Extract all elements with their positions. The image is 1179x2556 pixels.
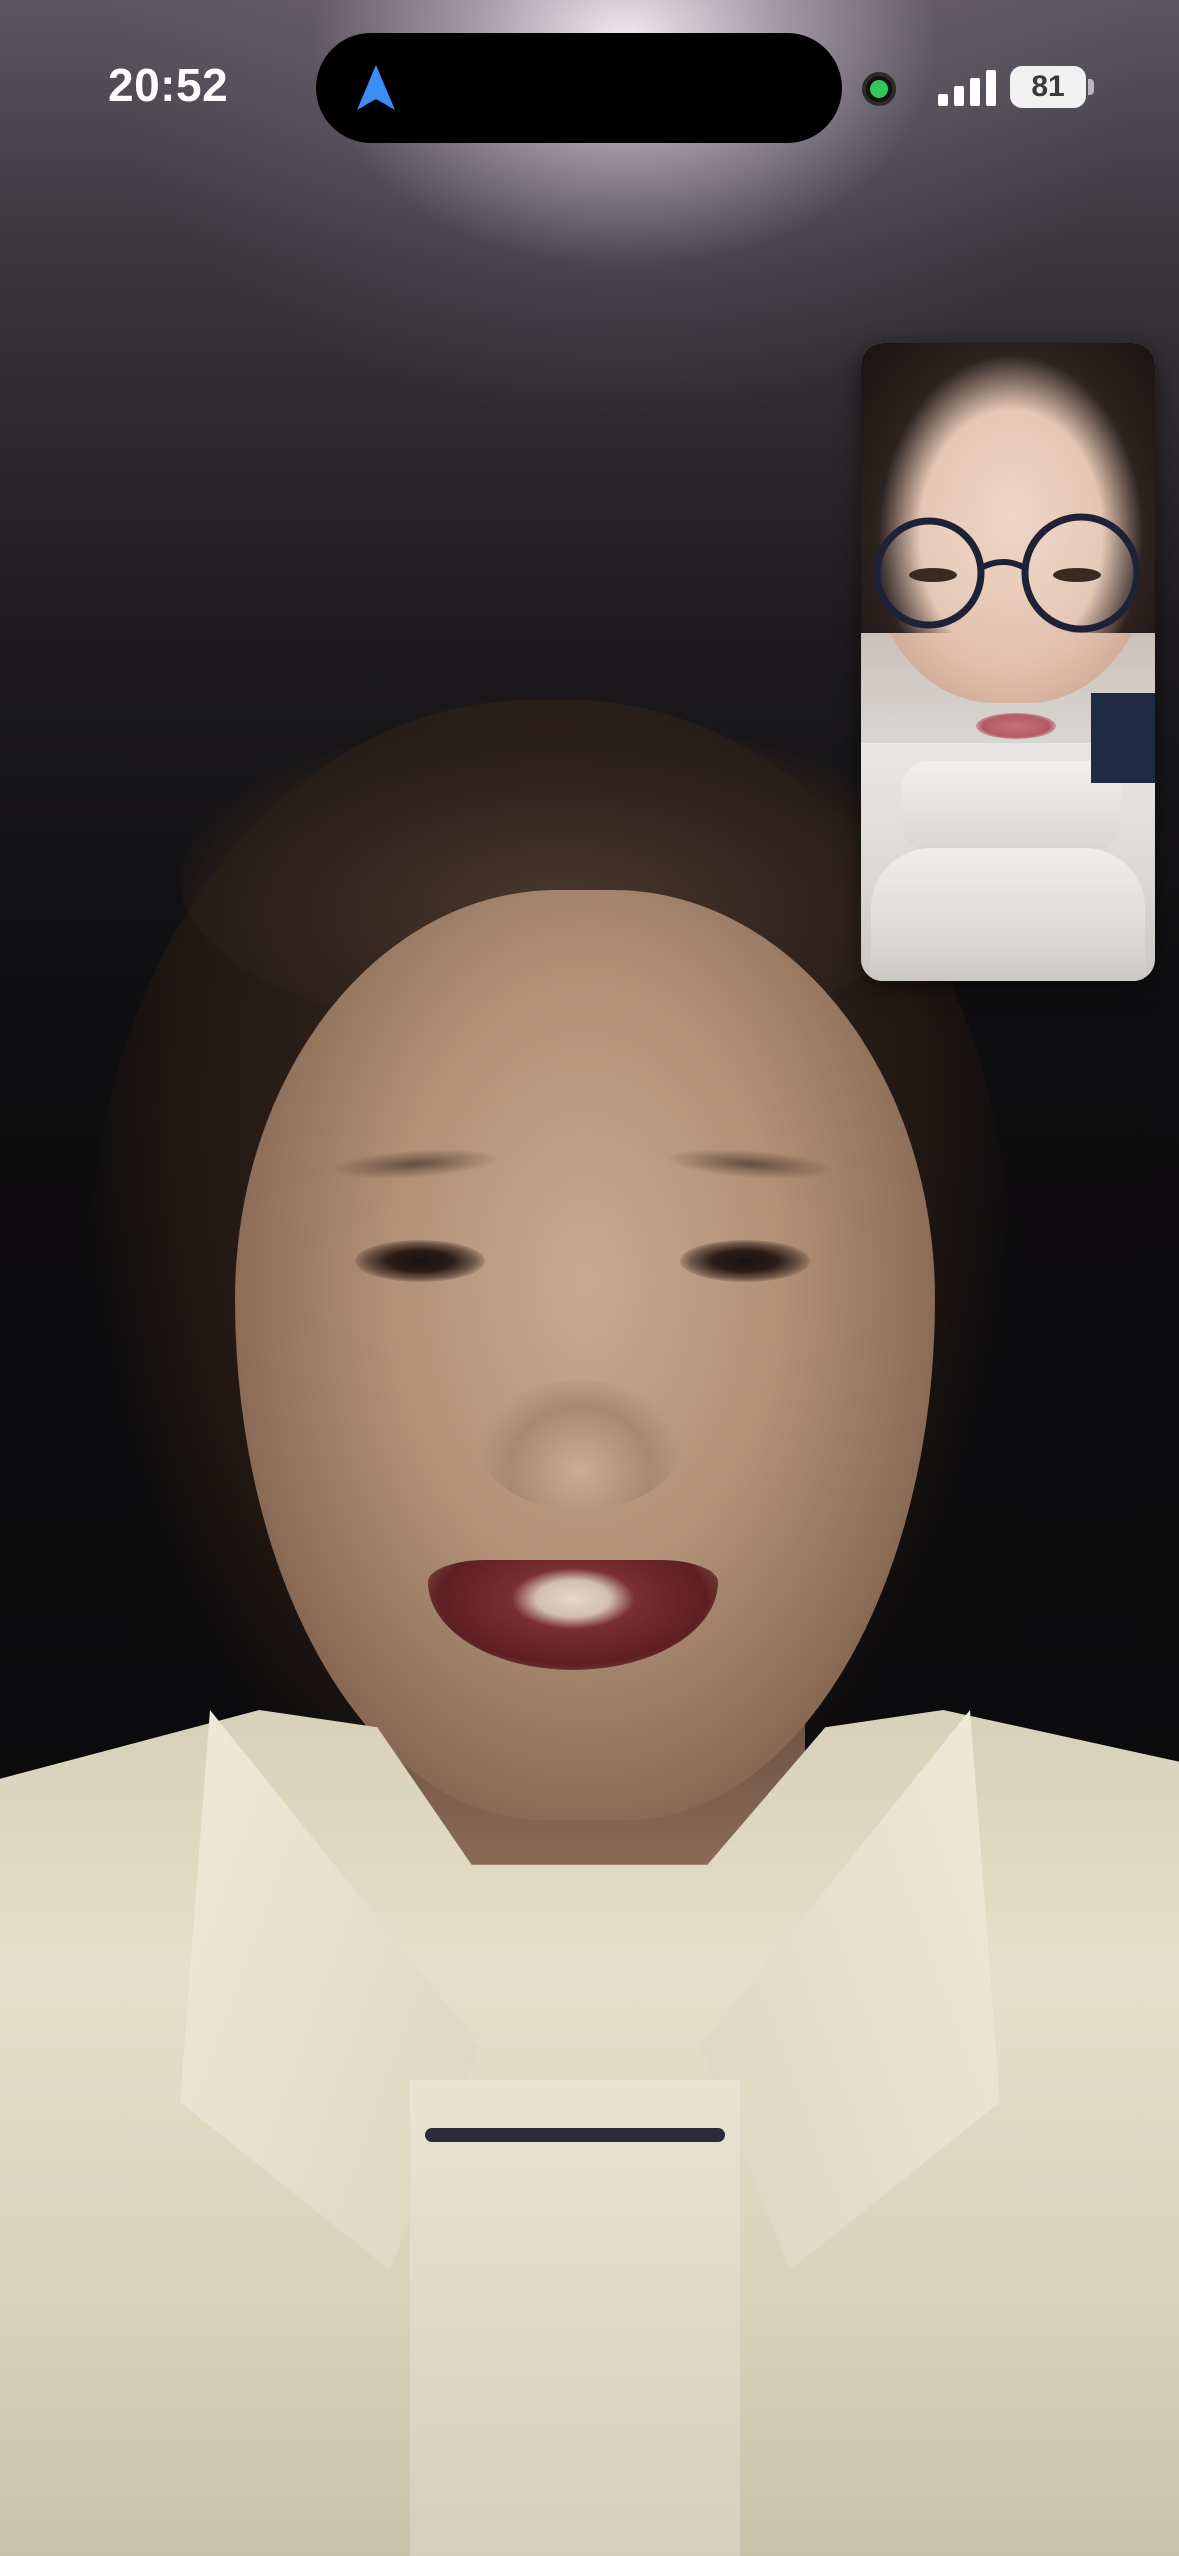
cellular-signal-icon <box>938 70 996 106</box>
remote-eye-right <box>680 1240 810 1282</box>
dynamic-island[interactable] <box>316 33 842 143</box>
remote-undershirt-stripe <box>425 2128 725 2142</box>
pip-chair-back <box>901 761 1121 851</box>
remote-nose <box>480 1380 680 1510</box>
status-bar: 20:52 81 <box>0 0 1179 150</box>
status-time: 20:52 <box>108 59 229 111</box>
facetime-call-screen: 20:52 81 <box>0 0 1179 2556</box>
pip-lips <box>976 713 1056 739</box>
pip-chair-seat <box>871 848 1145 981</box>
pip-collar <box>1091 693 1155 783</box>
camera-in-use-indicator <box>862 72 896 106</box>
battery-cap <box>1088 79 1094 95</box>
pip-glasses <box>873 513 1141 633</box>
remote-eye-left <box>355 1240 485 1282</box>
remote-undershirt <box>410 2080 740 2556</box>
battery-level: 81 <box>1031 70 1065 103</box>
remote-face <box>235 890 935 1820</box>
self-view-pip[interactable] <box>861 343 1155 981</box>
battery-icon: 81 <box>1010 66 1086 108</box>
navigation-arrow-icon <box>357 65 395 110</box>
